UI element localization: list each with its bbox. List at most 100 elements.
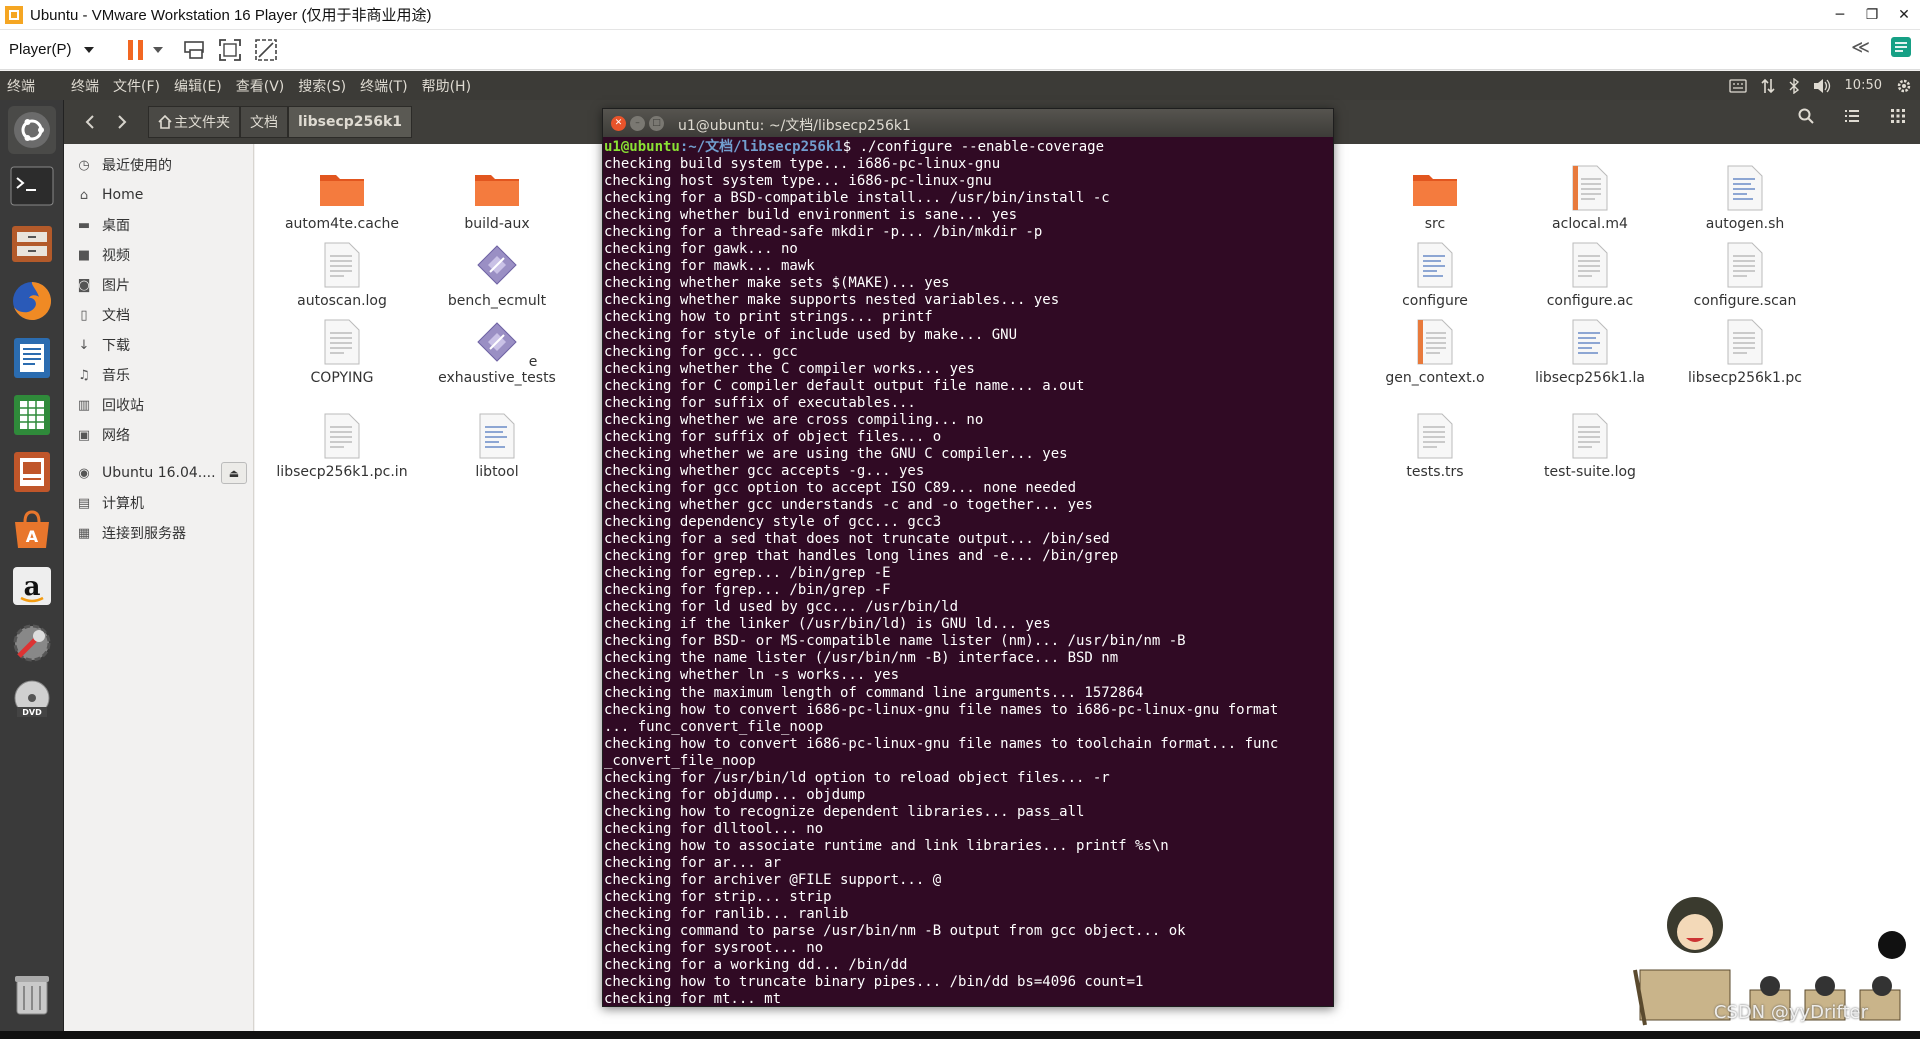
file-item[interactable]: tests.trs xyxy=(1365,410,1505,480)
menu-file[interactable]: 文件(F) xyxy=(113,76,160,96)
eject-button[interactable]: ⏏ xyxy=(221,462,247,484)
file-item[interactable]: libsecp256k1.la xyxy=(1520,316,1660,386)
menu-terminal-app[interactable]: 终端 xyxy=(71,76,99,96)
launcher-system-settings[interactable] xyxy=(8,619,56,667)
file-item[interactable]: COPYING xyxy=(272,316,412,386)
menu-view[interactable]: 查看(V) xyxy=(236,76,285,96)
terminal-prompt-line: u1@ubuntu:~/文档/libsecp256k1$ ./configure… xyxy=(604,139,1333,156)
forward-button[interactable] xyxy=(108,108,136,136)
launcher-calc[interactable] xyxy=(8,391,56,439)
script-file-icon xyxy=(1572,319,1608,365)
file-item[interactable]: autogen.sh xyxy=(1675,162,1815,232)
file-item[interactable]: libsecp256k1.pc.in xyxy=(272,410,412,480)
launcher-files[interactable] xyxy=(8,220,56,268)
settings-wrench-icon xyxy=(13,624,51,662)
bluetooth-icon[interactable] xyxy=(1789,77,1799,94)
sidebar-item-computer[interactable]: ▤ 计算机 xyxy=(64,488,253,518)
gear-icon[interactable] xyxy=(1896,78,1912,94)
pause-button[interactable] xyxy=(122,36,150,64)
file-item[interactable]: configure xyxy=(1365,239,1505,309)
sidebar-item-network[interactable]: ▣ 网络 xyxy=(64,420,253,450)
sidebar-item-desktop[interactable]: ▬ 桌面 xyxy=(64,210,253,240)
download-icon: ↓ xyxy=(78,337,90,353)
sidebar-item-ubuntu-disk[interactable]: ◉ Ubuntu 16.04.... ⏏ xyxy=(64,458,253,488)
messages-icon[interactable] xyxy=(1890,36,1912,58)
amazon-icon: a xyxy=(13,567,51,605)
file-item[interactable]: bench_ecmult xyxy=(427,239,567,309)
launcher-trash[interactable] xyxy=(8,970,56,1018)
menu-terminal[interactable]: 终端(T) xyxy=(360,76,407,96)
launcher-writer[interactable] xyxy=(8,334,56,382)
network-arrows-icon[interactable] xyxy=(1760,78,1775,94)
document-icon: ▯ xyxy=(80,307,88,323)
launcher-software-center[interactable]: A xyxy=(8,505,56,553)
sidebar-item-home[interactable]: ⌂ Home xyxy=(64,180,253,210)
sidebar-item-pictures[interactable]: ◙ 图片 xyxy=(64,270,253,300)
menu-edit[interactable]: 编辑(E) xyxy=(174,76,222,96)
file-item[interactable]: libsecp256k1.pc xyxy=(1675,316,1815,386)
network-devices-icon xyxy=(183,40,204,59)
places-sidebar: ◷ 最近使用的 ⌂ Home ▬ 桌面 ■ 视频 ◙ 图片 ▯ 文档 ↓ 下载 ♫ 音乐 ▥ 回收… xyxy=(64,144,254,1039)
sidebar-item-documents[interactable]: ▯ 文档 xyxy=(64,300,253,330)
menu-search[interactable]: 搜索(S) xyxy=(298,76,346,96)
send-ctrl-alt-del-button[interactable] xyxy=(180,36,208,64)
unity-mode-button[interactable] xyxy=(252,36,280,64)
grid-view-icon[interactable] xyxy=(1890,108,1906,124)
launcher-dash[interactable] xyxy=(8,106,56,154)
terminal-minimize-button[interactable]: – xyxy=(630,115,645,131)
collapse-toolbar-button[interactable]: ≪ xyxy=(1851,37,1870,58)
file-item[interactable]: configure.scan xyxy=(1675,239,1815,309)
clock[interactable]: 10:50 xyxy=(1845,78,1882,93)
minimize-button[interactable]: ─ xyxy=(1824,0,1856,30)
file-item[interactable]: test-suite.log xyxy=(1520,410,1660,480)
breadcrumb-documents[interactable]: 文档 xyxy=(240,106,288,138)
terminal-line: checking the maximum length of command l… xyxy=(604,684,1144,701)
file-item[interactable]: exhaustive_tests xyxy=(427,316,567,386)
file-item[interactable]: build-aux xyxy=(427,162,567,232)
file-item[interactable]: libtool xyxy=(427,410,567,480)
file-item[interactable]: autoscan.log xyxy=(272,239,412,309)
fullscreen-icon xyxy=(218,38,241,61)
sidebar-item-videos[interactable]: ■ 视频 xyxy=(64,240,253,270)
terminal-maximize-button[interactable]: □ xyxy=(649,115,664,131)
close-button[interactable]: ✕ xyxy=(1888,0,1920,30)
terminal-output[interactable]: u1@ubuntu:~/文档/libsecp256k1$ ./configure… xyxy=(603,137,1333,1006)
terminal-line: checking for a working dd... /bin/dd xyxy=(604,957,908,974)
file-item[interactable]: src xyxy=(1365,162,1505,232)
file-item-partial[interactable]: e xyxy=(523,354,543,370)
file-item[interactable]: configure.ac xyxy=(1520,239,1660,309)
sidebar-item-downloads[interactable]: ↓ 下载 xyxy=(64,330,253,360)
folder-icon xyxy=(475,175,519,206)
launcher-terminal[interactable] xyxy=(8,162,56,210)
player-menu[interactable]: Player(P) xyxy=(9,41,94,58)
file-item[interactable]: gen_context.o xyxy=(1365,316,1505,386)
restore-button[interactable]: ❐ xyxy=(1856,0,1888,30)
menu-help[interactable]: 帮助(H) xyxy=(422,76,471,96)
file-name: exhaustive_tests xyxy=(438,370,556,386)
sidebar-item-trash[interactable]: ▥ 回收站 xyxy=(64,390,253,420)
launcher-dvd[interactable]: DVD xyxy=(8,676,56,724)
fullscreen-button[interactable] xyxy=(216,36,244,64)
breadcrumb-home[interactable]: 主文件夹 xyxy=(148,106,240,138)
launcher-amazon[interactable]: a xyxy=(8,562,56,610)
file-item[interactable]: aclocal.m4 xyxy=(1520,162,1660,232)
list-view-icon[interactable] xyxy=(1844,108,1860,124)
keyboard-icon[interactable] xyxy=(1728,78,1747,93)
terminal-close-button[interactable]: ✕ xyxy=(611,115,626,131)
launcher-firefox[interactable] xyxy=(8,277,56,325)
volume-icon[interactable] xyxy=(1813,78,1831,94)
pause-dropdown[interactable] xyxy=(150,36,166,64)
back-button[interactable] xyxy=(76,108,104,136)
sidebar-item-connect-server[interactable]: ▦ 连接到服务器 xyxy=(64,518,253,548)
sidebar-item-music[interactable]: ♫ 音乐 xyxy=(64,360,253,390)
search-icon[interactable] xyxy=(1798,108,1814,124)
launcher-impress[interactable] xyxy=(8,448,56,496)
terminal-line: checking for objdump... objdump xyxy=(604,786,866,803)
text-file-icon xyxy=(324,413,360,459)
terminal-titlebar[interactable]: ✕ – □ u1@ubuntu: ~/文档/libsecp256k1 xyxy=(603,109,1333,137)
terminal-window[interactable]: ✕ – □ u1@ubuntu: ~/文档/libsecp256k1 u1@ub… xyxy=(602,108,1334,1007)
sidebar-item-recent[interactable]: ◷ 最近使用的 xyxy=(64,150,253,180)
breadcrumb-current[interactable]: libsecp256k1 xyxy=(288,106,413,138)
file-item[interactable]: autom4te.cache xyxy=(272,162,412,232)
sidebar-item-label: 最近使用的 xyxy=(102,158,172,174)
